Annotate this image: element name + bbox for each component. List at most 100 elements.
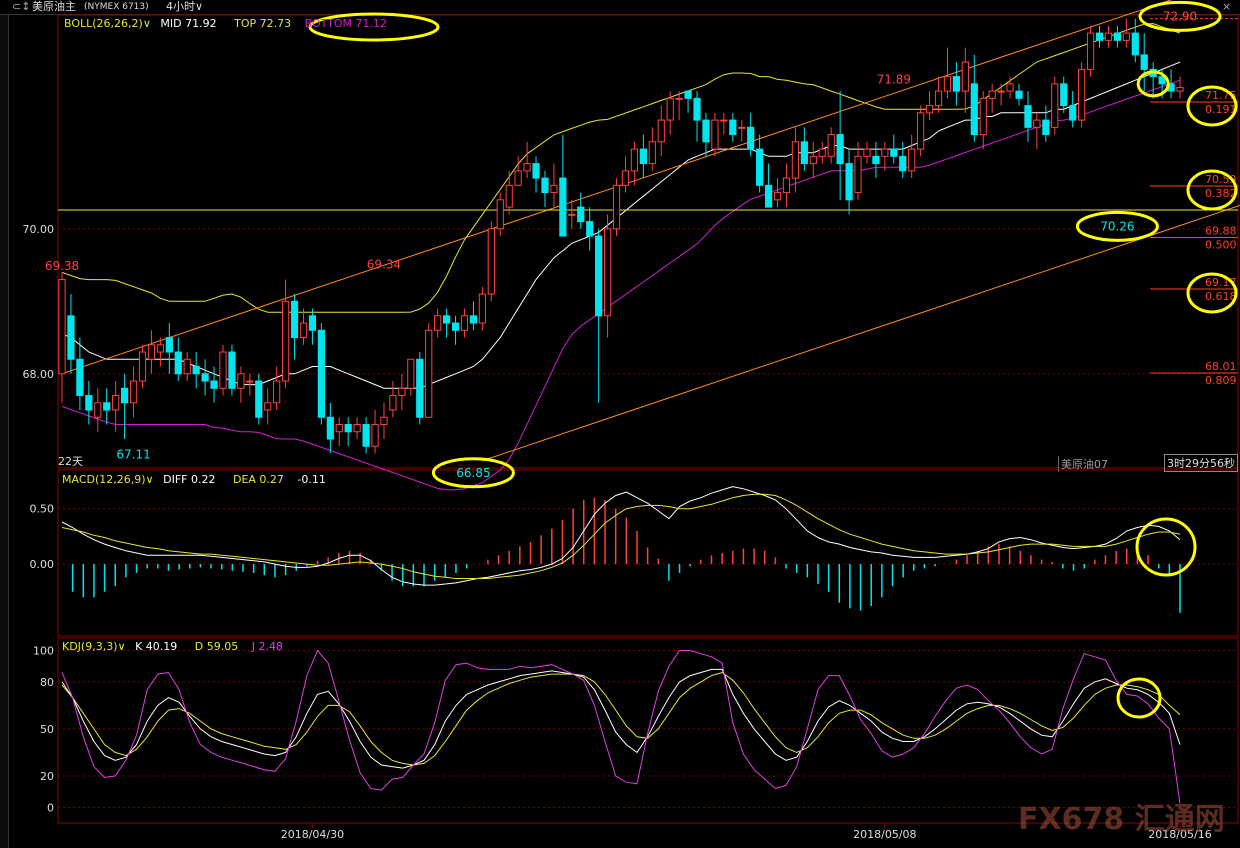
kdj-panel [61,649,1181,804]
days-tag: 22天 [58,455,83,468]
candle-body [487,228,495,295]
candle-body [514,170,522,186]
candle-body [702,119,710,143]
price-annotation: 71.89 [877,72,911,86]
countdown-timer: 3时29分56秒 [1164,454,1238,472]
boll-top-line [61,23,1181,313]
macd-header[interactable]: MACD(12,26,9)∨ DIFF 0.22 DEA 0.27 -0.11 [62,473,326,486]
macd-tick-label: 0.00 [30,558,55,571]
boll-header[interactable]: BOLL(26,26,2)∨ MID 71.92 TOP 72.73 BOTTO… [64,17,387,30]
kdj-d-line [61,671,1181,766]
x-tick-label: 2018/05/08 [853,828,916,841]
candle-body [934,90,943,107]
candle-body [58,279,66,375]
price-annotations: 69.38 67.11 69.34 66.85 71.89 70.26 72.90 [45,0,1222,489]
boll-name: BOLL(26,26,2) [64,17,143,30]
kdj-tick-label: 80 [40,676,54,689]
candle-body [1131,32,1139,56]
candle-body [344,424,352,433]
bollinger-bands [61,23,1181,491]
candle-body [791,141,800,179]
candle-body [541,177,549,194]
candlesticks [58,18,1184,454]
candle-body [129,380,138,404]
candle-body [398,387,406,397]
price-annotation: 67.11 [116,448,150,462]
candle-body [317,329,325,418]
candle-body [380,416,388,426]
candle-body [1176,86,1184,92]
candle-body [979,97,987,136]
candle-body [112,395,120,411]
candle-body [845,163,853,201]
candle-body [764,184,773,208]
candle-body [1033,119,1041,128]
candle-body [988,90,996,99]
x-tick-label: 2018/04/30 [281,828,344,841]
candle-body [559,177,567,237]
candle-body [961,61,969,92]
candle-body [1024,105,1032,128]
candle-body [389,395,397,411]
price-annotation: 72.90 [1163,9,1197,23]
candle-body [121,387,129,404]
candle-body [219,351,227,389]
panel-frame-0 [57,14,1239,469]
chevron-down-icon: ∨ [142,17,151,30]
candle-body [201,373,209,382]
candle-body [1042,119,1050,136]
candle-body [666,97,674,121]
kdj-header[interactable]: KDJ(9,3,3)∨ K 40.19 D 59.05 J 2.48 [62,640,283,653]
candle-body [460,315,469,331]
kdj-tick-label: 20 [40,770,54,783]
candle-body [156,344,164,353]
kdj-k-value: K 40.19 [135,640,178,653]
channel-upper-line [61,0,1173,375]
candle-body [469,315,478,324]
chart-canvas: 71.750.19170.590.38269.880.50069.170.618… [23,0,1240,841]
candle-body [85,395,93,411]
price-tick-label: 70.00 [23,223,55,236]
trend-channel [58,0,1240,462]
candle-body [138,351,147,382]
candle-body [809,155,817,165]
candle-body [174,351,182,375]
candle-body [237,373,245,389]
kdj-j-value: J 2.48 [251,640,283,653]
candle-body [693,97,701,121]
candle-body [442,315,451,324]
candle-body [246,380,254,383]
candle-body [621,170,630,186]
candle-body [899,155,907,172]
candle-body [290,300,299,339]
candle-body [299,322,308,339]
candle-body [103,402,111,411]
fib-ratio-label: 0.618 [1205,290,1237,303]
macd-tick-label: 0.50 [30,503,55,516]
candle-body [675,97,683,100]
fib-ratio-label: 0.500 [1205,239,1237,252]
macd-panel [61,486,1197,613]
candle-body [881,148,889,157]
candle-body [210,380,218,389]
candle-body [264,402,272,411]
price-tick-label: 68.00 [23,368,55,381]
candle-body [997,90,1005,93]
fib-ratio-label: 0.382 [1205,187,1237,200]
candle-body [407,358,415,389]
candle-body [1051,83,1059,128]
candle-body [952,76,961,92]
boll-top-value: TOP 72.73 [234,17,292,30]
candle-body [67,315,75,360]
boll-bottom-line [61,79,1181,491]
candle-body [425,329,433,418]
panel-frames [57,14,1239,824]
candle-body [854,155,862,194]
candle-body [943,76,952,92]
symbol-tag: 美原油07 [1058,456,1108,472]
candle-body [1069,105,1077,121]
candle-body [335,424,343,433]
candle-body [326,416,334,440]
candle-body [451,322,460,331]
candle-body [416,358,424,418]
